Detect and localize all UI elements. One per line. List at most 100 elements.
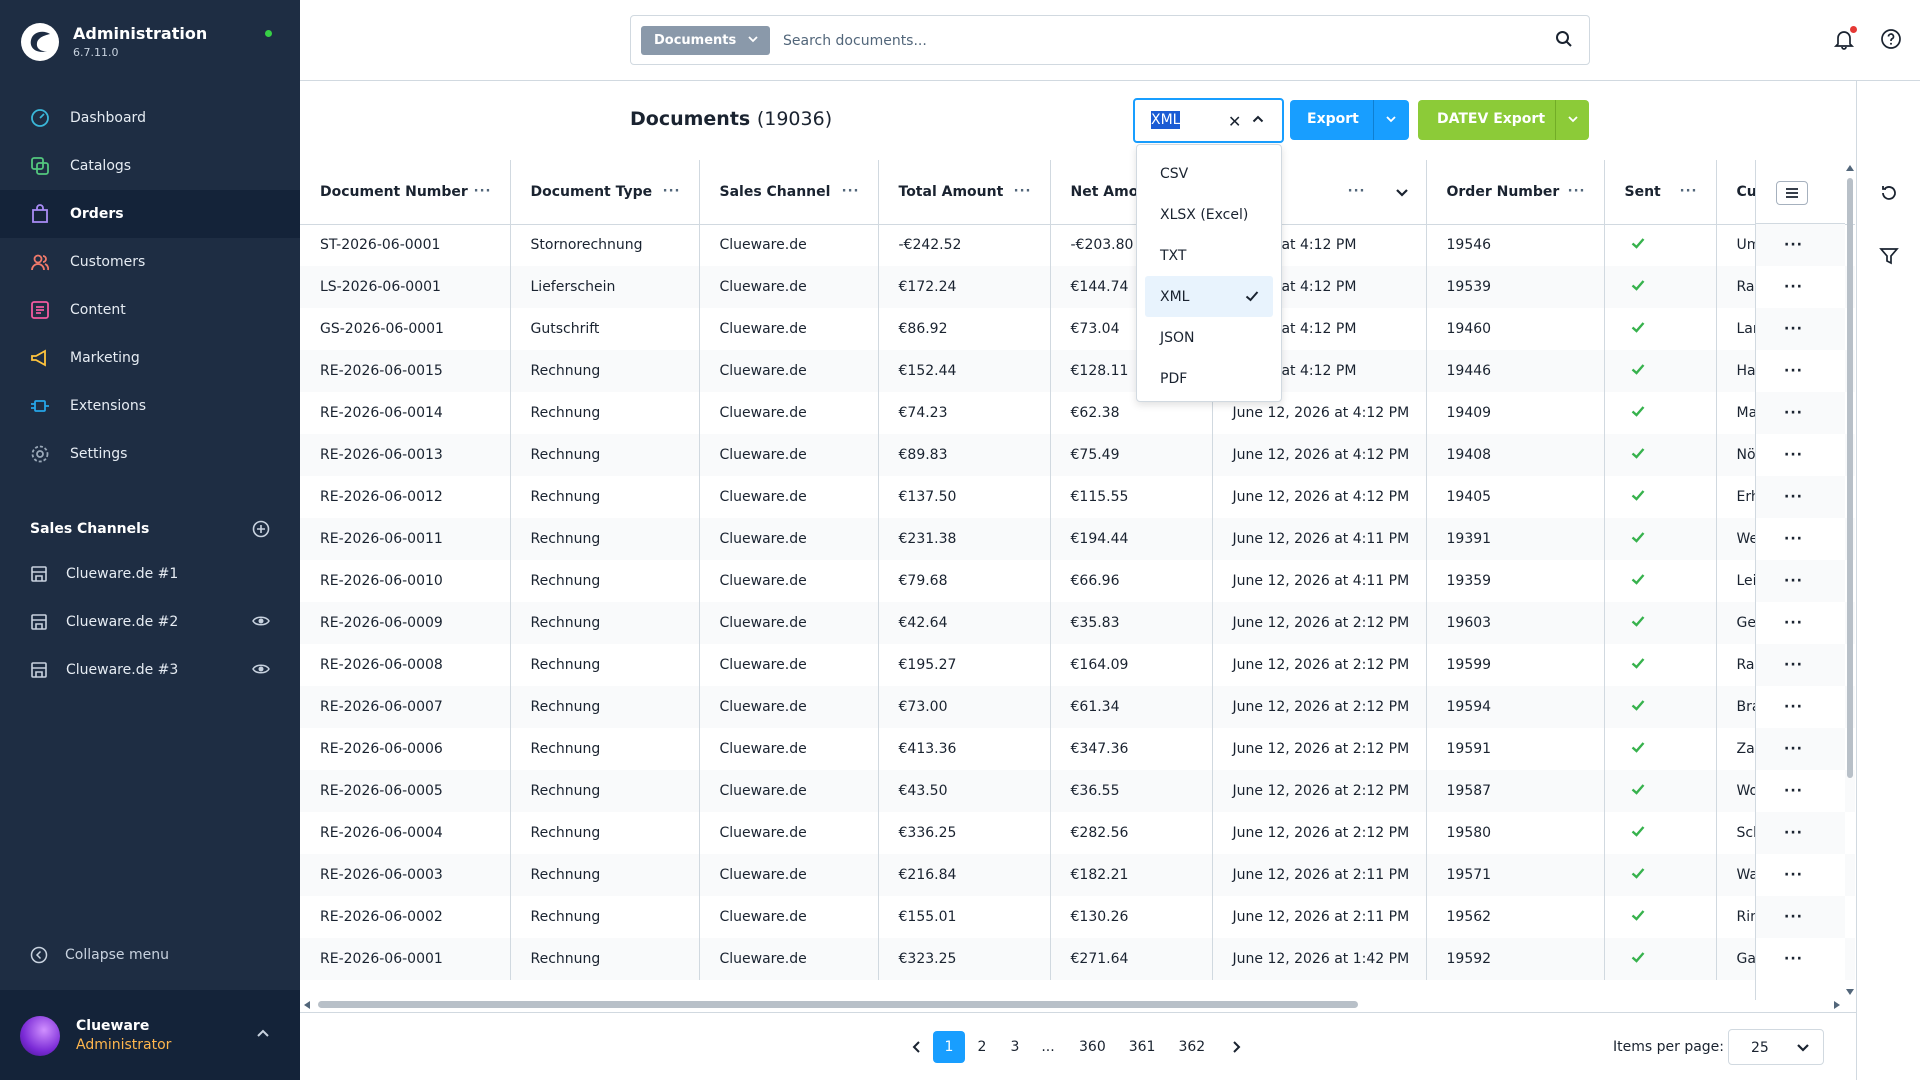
row-actions-button[interactable]: ···	[1756, 518, 1845, 560]
column-header[interactable]: Order Number ···	[1426, 160, 1605, 225]
scroll-down-arrow-icon[interactable]	[1846, 989, 1854, 995]
collapse-menu-button[interactable]: Collapse menu	[30, 946, 169, 964]
nav-item-settings[interactable]: Settings	[0, 430, 300, 478]
items-per-page-select[interactable]: 25	[1728, 1029, 1824, 1065]
column-menu-button[interactable]: ···	[474, 184, 492, 199]
column-menu-button[interactable]: ···	[1014, 184, 1032, 199]
row-actions-button[interactable]: ···	[1756, 854, 1845, 896]
search-type-button[interactable]: Documents	[641, 26, 770, 55]
column-header[interactable]: Document Type ···	[510, 160, 700, 225]
row-actions-button[interactable]: ···	[1756, 812, 1845, 854]
clear-icon[interactable]: ✕	[1228, 112, 1241, 131]
scroll-up-arrow-icon[interactable]	[1846, 165, 1854, 171]
column-header[interactable]: Sales Channel ···	[699, 160, 879, 225]
table-row[interactable]: RE-2026-06-0006 Rechnung Clueware.de €413.3…	[300, 728, 1855, 770]
column-header[interactable]: Sent ···	[1604, 160, 1717, 225]
previous-page-button[interactable]	[900, 1031, 932, 1063]
row-actions-button[interactable]: ···	[1756, 224, 1845, 266]
column-menu-button[interactable]: ···	[1680, 184, 1698, 199]
sales-channel-item-3[interactable]: Clueware.de #3	[0, 646, 300, 694]
row-actions-button[interactable]: ···	[1756, 938, 1845, 980]
format-option[interactable]: XLSX (Excel)	[1145, 194, 1273, 235]
export-format-select[interactable]: XML ✕	[1133, 98, 1284, 143]
chevron-down-icon[interactable]	[1567, 114, 1579, 124]
export-format-value[interactable]: XML	[1151, 111, 1181, 129]
format-option[interactable]: TXT	[1145, 235, 1273, 276]
scrollbar-thumb[interactable]	[1847, 178, 1853, 778]
table-row[interactable]: RE-2026-06-0012 Rechnung Clueware.de €137.5…	[300, 476, 1855, 518]
page-button[interactable]: 3	[999, 1031, 1031, 1063]
page-button[interactable]: 361	[1121, 1031, 1164, 1063]
format-option[interactable]: XML	[1145, 276, 1273, 317]
table-row[interactable]: RE-2026-06-0015 Rechnung Clueware.de €152.4…	[300, 350, 1855, 392]
row-actions-button[interactable]: ···	[1756, 728, 1845, 770]
row-actions-button[interactable]: ···	[1756, 602, 1845, 644]
row-actions-button[interactable]: ···	[1756, 308, 1845, 350]
table-row[interactable]: ST-2026-06-0001 Stornorechnung Clueware.de…	[300, 224, 1855, 266]
nav-item-marketing[interactable]: Marketing	[0, 334, 300, 382]
column-menu-button[interactable]: ···	[663, 184, 681, 199]
table-row[interactable]: RE-2026-06-0005 Rechnung Clueware.de €43.50…	[300, 770, 1855, 812]
table-row[interactable]: RE-2026-06-0011 Rechnung Clueware.de €231.3…	[300, 518, 1855, 560]
table-row[interactable]: RE-2026-06-0007 Rechnung Clueware.de €73.00…	[300, 686, 1855, 728]
row-actions-button[interactable]: ···	[1756, 560, 1845, 602]
row-actions-button[interactable]: ···	[1756, 266, 1845, 308]
add-sales-channel-icon[interactable]	[252, 520, 270, 538]
nav-item-extensions[interactable]: Extensions	[0, 382, 300, 430]
scroll-left-arrow-icon[interactable]	[304, 1001, 310, 1009]
row-actions-button[interactable]: ···	[1756, 770, 1845, 812]
table-row[interactable]: RE-2026-06-0008 Rechnung Clueware.de €195.2…	[300, 644, 1855, 686]
table-row[interactable]: RE-2026-06-0009 Rechnung Clueware.de €42.64…	[300, 602, 1855, 644]
refresh-icon[interactable]	[1879, 183, 1899, 203]
column-header[interactable]: Total Amount ···	[878, 160, 1051, 225]
column-header[interactable]: Document Number ···	[300, 160, 511, 225]
sales-channel-item-2[interactable]: Clueware.de #2	[0, 598, 300, 646]
row-actions-button[interactable]: ···	[1756, 686, 1845, 728]
column-settings-button[interactable]	[1776, 181, 1808, 205]
next-page-button[interactable]	[1220, 1031, 1252, 1063]
help-button[interactable]	[1880, 28, 1902, 54]
user-menu[interactable]: Clueware Administrator	[0, 990, 300, 1080]
nav-item-content[interactable]: Content	[0, 286, 300, 334]
eye-icon[interactable]	[252, 662, 270, 676]
row-actions-button[interactable]: ···	[1756, 476, 1845, 518]
notifications-button[interactable]	[1833, 26, 1857, 54]
table-row[interactable]: RE-2026-06-0013 Rechnung Clueware.de €89.83…	[300, 434, 1855, 476]
column-menu-button[interactable]: ···	[1348, 184, 1366, 199]
table-row[interactable]: RE-2026-06-0003 Rechnung Clueware.de €216.8…	[300, 854, 1855, 896]
scroll-right-arrow-icon[interactable]	[1834, 1001, 1840, 1009]
column-menu-button[interactable]: ···	[842, 184, 860, 199]
table-row[interactable]: RE-2026-06-0002 Rechnung Clueware.de €155.0…	[300, 896, 1855, 938]
eye-icon[interactable]	[252, 614, 270, 628]
table-row[interactable]: RE-2026-06-0014 Rechnung Clueware.de €74.23…	[300, 392, 1855, 434]
format-option[interactable]: CSV	[1145, 153, 1273, 194]
page-button[interactable]: 1	[933, 1031, 965, 1063]
chevron-up-icon[interactable]	[1252, 114, 1264, 124]
sort-descending-icon[interactable]	[1395, 188, 1408, 197]
nav-item-catalogs[interactable]: Catalogs	[0, 142, 300, 190]
table-row[interactable]: GS-2026-06-0001 Gutschrift Clueware.de €86.…	[300, 308, 1855, 350]
row-actions-button[interactable]: ···	[1756, 896, 1845, 938]
table-row[interactable]: RE-2026-06-0004 Rechnung Clueware.de €336.2…	[300, 812, 1855, 854]
table-row[interactable]: RE-2026-06-0010 Rechnung Clueware.de €79.68…	[300, 560, 1855, 602]
horizontal-scrollbar[interactable]	[302, 998, 1842, 1010]
export-button[interactable]: Export	[1290, 100, 1409, 140]
format-option[interactable]: JSON	[1145, 317, 1273, 358]
page-button[interactable]: 362	[1170, 1031, 1213, 1063]
nav-item-orders[interactable]: Orders	[0, 190, 300, 238]
table-row[interactable]: RE-2026-06-0001 Rechnung Clueware.de €323.2…	[300, 938, 1855, 980]
column-menu-button[interactable]: ···	[1568, 184, 1586, 199]
scrollbar-thumb[interactable]	[318, 1001, 1358, 1008]
row-actions-button[interactable]: ···	[1756, 644, 1845, 686]
vertical-scrollbar[interactable]	[1845, 165, 1855, 995]
sales-channel-item-1[interactable]: Clueware.de #1	[0, 550, 300, 598]
chevron-down-icon[interactable]	[1385, 114, 1397, 124]
nav-item-customers[interactable]: Customers	[0, 238, 300, 286]
search-icon[interactable]	[1555, 30, 1573, 48]
search-input[interactable]	[783, 26, 1543, 55]
nav-item-dashboard[interactable]: Dashboard	[0, 94, 300, 142]
filter-icon[interactable]	[1879, 246, 1899, 266]
row-actions-button[interactable]: ···	[1756, 434, 1845, 476]
row-actions-button[interactable]: ···	[1756, 392, 1845, 434]
datev-export-button[interactable]: DATEV Export	[1418, 100, 1589, 140]
